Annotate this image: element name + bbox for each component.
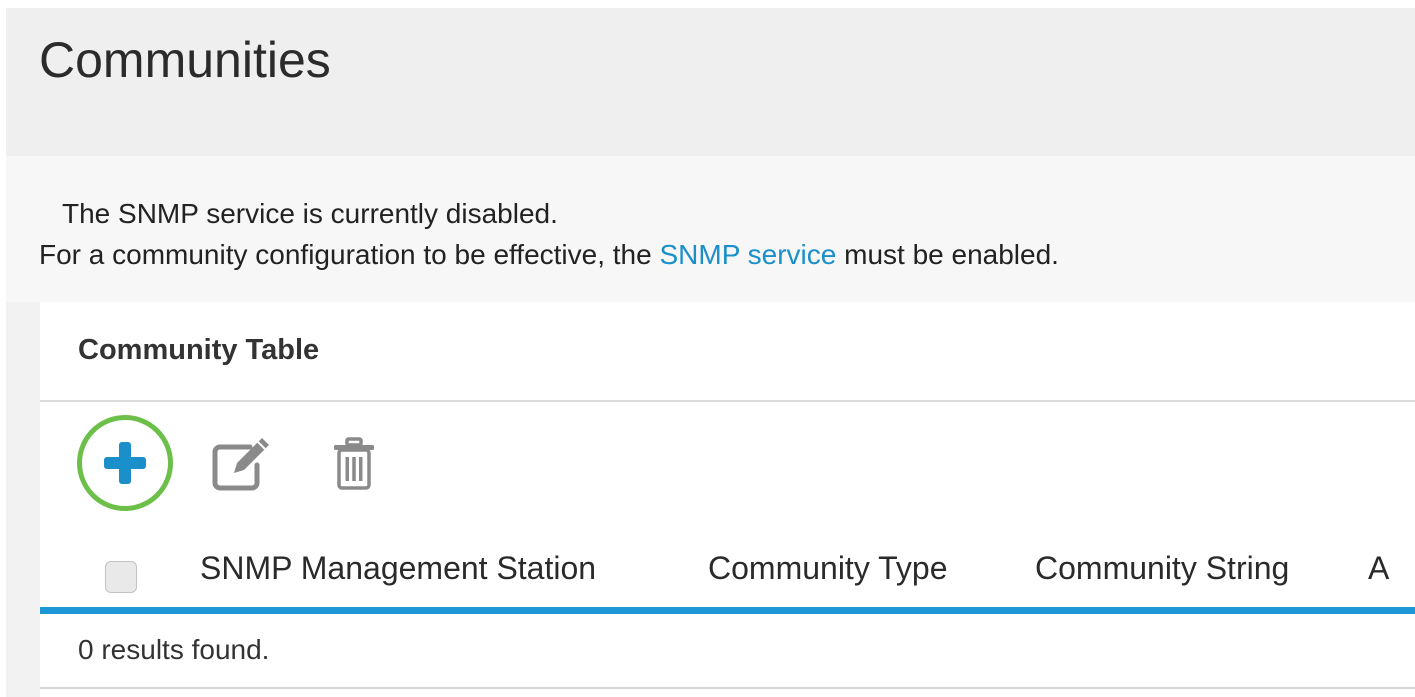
table-bottom-divider (40, 687, 1415, 689)
notice-suffix: must be enabled. (836, 239, 1059, 270)
column-header-management-station[interactable]: SNMP Management Station (200, 550, 596, 587)
select-all-checkbox[interactable] (105, 561, 137, 593)
community-table-card: Community Table SNMP Management Station … (40, 302, 1415, 697)
title-divider (40, 400, 1415, 402)
page-header: Communities (6, 8, 1415, 156)
notice-prefix: For a community configuration to be effe… (39, 239, 660, 270)
header-underline (40, 607, 1415, 614)
page-title: Communities (39, 32, 331, 88)
results-count: 0 results found. (78, 634, 270, 665)
trash-icon (334, 437, 374, 490)
communities-page: Communities The SNMP service is currentl… (0, 0, 1415, 697)
column-header-community-string[interactable]: Community String (1035, 550, 1289, 587)
delete-button[interactable] (332, 436, 376, 492)
table-title: Community Table (78, 334, 320, 366)
notice-disabled-text: The SNMP service is currently disabled. (62, 198, 558, 229)
snmp-notice: The SNMP service is currently disabled. … (6, 156, 1415, 302)
snmp-service-link[interactable]: SNMP service (659, 239, 836, 270)
edit-icon (212, 438, 269, 491)
column-header-community-type[interactable]: Community Type (708, 550, 948, 587)
table-header-row: SNMP Management Station Community Type C… (40, 532, 1415, 608)
edit-button[interactable] (210, 435, 272, 493)
add-button[interactable] (77, 415, 173, 511)
plus-icon (100, 438, 150, 488)
notice-requirement-text: For a community configuration to be effe… (39, 239, 1059, 271)
column-header-truncated[interactable]: A (1368, 550, 1389, 587)
top-strip (0, 0, 1415, 8)
